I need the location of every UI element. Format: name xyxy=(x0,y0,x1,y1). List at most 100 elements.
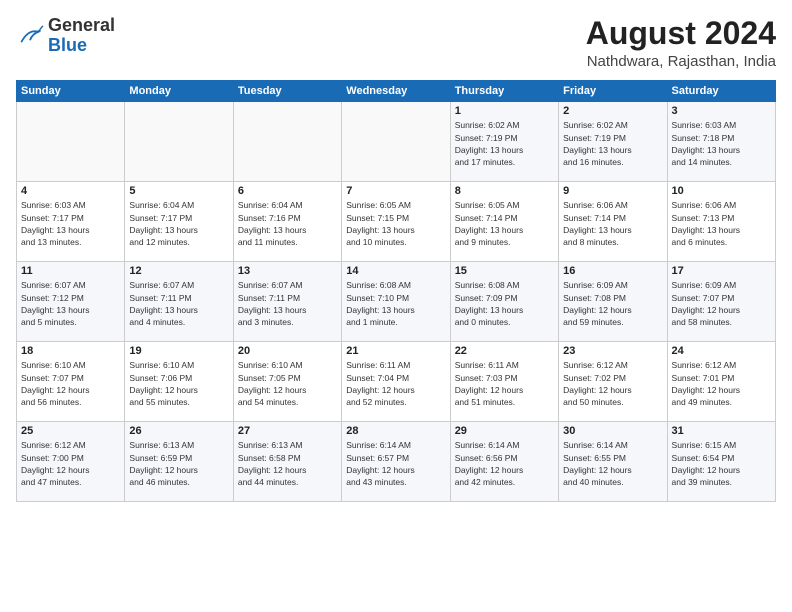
calendar-cell: 8 Sunrise: 6:05 AM Sunset: 7:14 PM Daylig… xyxy=(450,182,558,262)
calendar-cell: 21 Sunrise: 6:11 AM Sunset: 7:04 PM Dayli… xyxy=(342,342,450,422)
calendar-cell: 23 Sunrise: 6:12 AM Sunset: 7:02 PM Dayli… xyxy=(559,342,667,422)
calendar-cell xyxy=(125,102,233,182)
day-number: 7 xyxy=(346,185,445,197)
day-info: Sunrise: 6:03 AM Sunset: 7:18 PM Dayligh… xyxy=(672,119,771,168)
day-number: 1 xyxy=(455,105,554,117)
day-number: 25 xyxy=(21,425,120,437)
day-number: 26 xyxy=(129,425,228,437)
day-info: Sunrise: 6:02 AM Sunset: 7:19 PM Dayligh… xyxy=(563,119,662,168)
calendar-cell: 17Sunrise: 6:09 AM Sunset: 7:07 PM Dayli… xyxy=(667,262,775,342)
calendar-cell: 22 Sunrise: 6:11 AM Sunset: 7:03 PM Dayli… xyxy=(450,342,558,422)
col-tuesday: Tuesday xyxy=(233,81,341,102)
header: General Blue August 2024 Nathdwara, Raja… xyxy=(16,16,776,70)
day-info: Sunrise: 6:08 AM Sunset: 7:09 PM Dayligh… xyxy=(455,279,554,328)
day-info: Sunrise: 6:08 AM Sunset: 7:10 PM Dayligh… xyxy=(346,279,445,328)
day-info: Sunrise: 6:09 AM Sunset: 7:07 PM Dayligh… xyxy=(672,279,771,328)
day-info: Sunrise: 6:14 AM Sunset: 6:55 PM Dayligh… xyxy=(563,439,662,488)
day-info: Sunrise: 6:12 AM Sunset: 7:00 PM Dayligh… xyxy=(21,439,120,488)
col-saturday: Saturday xyxy=(667,81,775,102)
calendar-cell: 10Sunrise: 6:06 AM Sunset: 7:13 PM Dayli… xyxy=(667,182,775,262)
day-number: 20 xyxy=(238,345,337,357)
logo-text: General Blue xyxy=(48,16,115,56)
day-number: 24 xyxy=(672,345,771,357)
week-row-4: 25 Sunrise: 6:12 AM Sunset: 7:00 PM Dayli… xyxy=(17,422,776,502)
day-info: Sunrise: 6:13 AM Sunset: 6:58 PM Dayligh… xyxy=(238,439,337,488)
calendar-cell: 14 Sunrise: 6:08 AM Sunset: 7:10 PM Dayli… xyxy=(342,262,450,342)
calendar-cell: 15 Sunrise: 6:08 AM Sunset: 7:09 PM Dayli… xyxy=(450,262,558,342)
day-info: Sunrise: 6:11 AM Sunset: 7:03 PM Dayligh… xyxy=(455,359,554,408)
day-number: 22 xyxy=(455,345,554,357)
calendar-cell: 19 Sunrise: 6:10 AM Sunset: 7:06 PM Dayli… xyxy=(125,342,233,422)
week-row-2: 11 Sunrise: 6:07 AM Sunset: 7:12 PM Dayli… xyxy=(17,262,776,342)
calendar-table: Sunday Monday Tuesday Wednesday Thursday… xyxy=(16,80,776,502)
calendar-cell: 1 Sunrise: 6:02 AM Sunset: 7:19 PM Daylig… xyxy=(450,102,558,182)
day-info: Sunrise: 6:06 AM Sunset: 7:14 PM Dayligh… xyxy=(563,199,662,248)
calendar-cell: 29 Sunrise: 6:14 AM Sunset: 6:56 PM Dayli… xyxy=(450,422,558,502)
day-number: 27 xyxy=(238,425,337,437)
day-number: 6 xyxy=(238,185,337,197)
day-number: 23 xyxy=(563,345,662,357)
location: Nathdwara, Rajasthan, India xyxy=(586,53,776,70)
day-info: Sunrise: 6:12 AM Sunset: 7:02 PM Dayligh… xyxy=(563,359,662,408)
day-info: Sunrise: 6:07 AM Sunset: 7:12 PM Dayligh… xyxy=(21,279,120,328)
calendar-cell: 28 Sunrise: 6:14 AM Sunset: 6:57 PM Dayli… xyxy=(342,422,450,502)
calendar-header: Sunday Monday Tuesday Wednesday Thursday… xyxy=(17,81,776,102)
day-info: Sunrise: 6:11 AM Sunset: 7:04 PM Dayligh… xyxy=(346,359,445,408)
day-number: 13 xyxy=(238,265,337,277)
day-info: Sunrise: 6:10 AM Sunset: 7:05 PM Dayligh… xyxy=(238,359,337,408)
col-wednesday: Wednesday xyxy=(342,81,450,102)
day-number: 21 xyxy=(346,345,445,357)
logo-bird-icon xyxy=(16,22,44,50)
day-info: Sunrise: 6:07 AM Sunset: 7:11 PM Dayligh… xyxy=(129,279,228,328)
week-row-0: 1 Sunrise: 6:02 AM Sunset: 7:19 PM Daylig… xyxy=(17,102,776,182)
day-info: Sunrise: 6:07 AM Sunset: 7:11 PM Dayligh… xyxy=(238,279,337,328)
day-number: 4 xyxy=(21,185,120,197)
calendar-cell: 6 Sunrise: 6:04 AM Sunset: 7:16 PM Daylig… xyxy=(233,182,341,262)
calendar-cell: 30 Sunrise: 6:14 AM Sunset: 6:55 PM Dayli… xyxy=(559,422,667,502)
day-number: 31 xyxy=(672,425,771,437)
calendar-cell: 2Sunrise: 6:02 AM Sunset: 7:19 PM Daylig… xyxy=(559,102,667,182)
day-info: Sunrise: 6:14 AM Sunset: 6:57 PM Dayligh… xyxy=(346,439,445,488)
day-number: 3 xyxy=(672,105,771,117)
day-info: Sunrise: 6:12 AM Sunset: 7:01 PM Dayligh… xyxy=(672,359,771,408)
col-friday: Friday xyxy=(559,81,667,102)
calendar-cell: 13 Sunrise: 6:07 AM Sunset: 7:11 PM Dayli… xyxy=(233,262,341,342)
calendar-cell: 31 Sunrise: 6:15 AM Sunset: 6:54 PM Dayli… xyxy=(667,422,775,502)
calendar-cell xyxy=(17,102,125,182)
week-row-3: 18Sunrise: 6:10 AM Sunset: 7:07 PM Dayli… xyxy=(17,342,776,422)
day-number: 18 xyxy=(21,345,120,357)
day-number: 28 xyxy=(346,425,445,437)
day-number: 12 xyxy=(129,265,228,277)
calendar-cell: 16Sunrise: 6:09 AM Sunset: 7:08 PM Dayli… xyxy=(559,262,667,342)
day-info: Sunrise: 6:02 AM Sunset: 7:19 PM Dayligh… xyxy=(455,119,554,168)
day-number: 29 xyxy=(455,425,554,437)
calendar-cell xyxy=(342,102,450,182)
calendar-cell: 9Sunrise: 6:06 AM Sunset: 7:14 PM Daylig… xyxy=(559,182,667,262)
day-number: 10 xyxy=(672,185,771,197)
day-number: 8 xyxy=(455,185,554,197)
col-monday: Monday xyxy=(125,81,233,102)
calendar-cell xyxy=(233,102,341,182)
day-number: 30 xyxy=(563,425,662,437)
calendar-cell: 3 Sunrise: 6:03 AM Sunset: 7:18 PM Daylig… xyxy=(667,102,775,182)
day-number: 11 xyxy=(21,265,120,277)
day-info: Sunrise: 6:15 AM Sunset: 6:54 PM Dayligh… xyxy=(672,439,771,488)
day-info: Sunrise: 6:04 AM Sunset: 7:16 PM Dayligh… xyxy=(238,199,337,248)
calendar-cell: 7Sunrise: 6:05 AM Sunset: 7:15 PM Daylig… xyxy=(342,182,450,262)
day-number: 14 xyxy=(346,265,445,277)
calendar-body: 1 Sunrise: 6:02 AM Sunset: 7:19 PM Daylig… xyxy=(17,102,776,502)
week-row-1: 4Sunrise: 6:03 AM Sunset: 7:17 PM Daylig… xyxy=(17,182,776,262)
day-number: 5 xyxy=(129,185,228,197)
day-number: 19 xyxy=(129,345,228,357)
col-thursday: Thursday xyxy=(450,81,558,102)
calendar-cell: 26Sunrise: 6:13 AM Sunset: 6:59 PM Dayli… xyxy=(125,422,233,502)
header-row: Sunday Monday Tuesday Wednesday Thursday… xyxy=(17,81,776,102)
day-info: Sunrise: 6:10 AM Sunset: 7:06 PM Dayligh… xyxy=(129,359,228,408)
day-info: Sunrise: 6:14 AM Sunset: 6:56 PM Dayligh… xyxy=(455,439,554,488)
calendar-cell: 25 Sunrise: 6:12 AM Sunset: 7:00 PM Dayli… xyxy=(17,422,125,502)
calendar-cell: 24 Sunrise: 6:12 AM Sunset: 7:01 PM Dayli… xyxy=(667,342,775,422)
day-number: 15 xyxy=(455,265,554,277)
calendar-cell: 18Sunrise: 6:10 AM Sunset: 7:07 PM Dayli… xyxy=(17,342,125,422)
day-info: Sunrise: 6:05 AM Sunset: 7:14 PM Dayligh… xyxy=(455,199,554,248)
calendar-cell: 11 Sunrise: 6:07 AM Sunset: 7:12 PM Dayli… xyxy=(17,262,125,342)
